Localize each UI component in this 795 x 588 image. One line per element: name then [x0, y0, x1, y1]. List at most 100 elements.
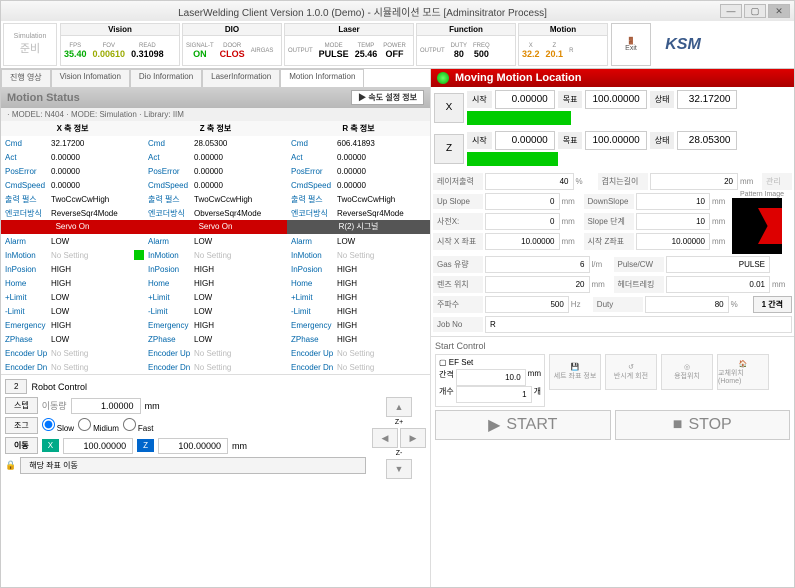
- arrow-left-button[interactable]: ◀: [372, 428, 398, 448]
- signal-table: AlarmLOW InMotionNo Setting InPosionHIGH…: [1, 234, 430, 374]
- left-tabs: 진행 영상 Vision Infomation Dio Information …: [1, 69, 430, 87]
- count-field[interactable]: 1: [456, 386, 532, 403]
- startz-field[interactable]: 10.00000: [636, 233, 711, 250]
- home-icon: 🏠: [739, 360, 748, 368]
- x-axis-button[interactable]: X: [42, 439, 59, 452]
- lenspos-field[interactable]: 20: [485, 276, 590, 293]
- moving-motion-bar: Moving Motion Location: [431, 69, 794, 87]
- function-section: Function OUTPUT DUTY80 FREQ500: [416, 23, 516, 66]
- move-button[interactable]: 이동: [5, 437, 38, 454]
- stop-button[interactable]: ■STOP: [615, 410, 791, 440]
- z-axis-button[interactable]: Z: [137, 439, 154, 452]
- upslope-field[interactable]: 0: [485, 193, 560, 210]
- ccw-rotate-button[interactable]: ↺반시계 회전: [605, 354, 657, 390]
- signal-value: ON: [193, 49, 207, 59]
- tab-dio-info[interactable]: Dio Information: [130, 69, 202, 87]
- vision-hdr: Vision: [61, 24, 179, 36]
- tab-laser-info[interactable]: LaserInformation: [202, 69, 280, 87]
- laser-section: Laser OUTPUT MODEPULSE TEMP25.46 POWEROF…: [284, 23, 414, 66]
- tab-vision-info[interactable]: Vision Infomation: [51, 69, 130, 87]
- tab-video[interactable]: 진행 영상: [1, 69, 51, 87]
- maximize-button[interactable]: ▢: [744, 4, 766, 18]
- step-value[interactable]: 1.00000: [71, 398, 141, 414]
- freq-field[interactable]: 500: [485, 296, 569, 313]
- jog-button[interactable]: 조그: [5, 417, 38, 434]
- speed-fast[interactable]: Fast: [123, 418, 154, 433]
- dio-section: DIO SIGNAL-TON DOORCLOS AIRGAS: [182, 23, 282, 66]
- x-start: 0.00000: [495, 90, 555, 109]
- fps-value: 35.40: [64, 49, 87, 59]
- startx-field[interactable]: 10.00000: [485, 233, 560, 250]
- save-icon: 💾: [571, 363, 580, 371]
- laser-output-field[interactable]: 40: [485, 173, 574, 190]
- gap-field[interactable]: 10.0: [456, 369, 526, 386]
- home-button[interactable]: 🏠교체위치 (Home): [717, 354, 769, 390]
- x-loc-label: X: [434, 93, 464, 123]
- speed-medium[interactable]: Midium: [78, 418, 119, 433]
- r-signal: R(2) 시그널: [287, 220, 430, 234]
- z-minus-label: Z-: [396, 450, 403, 457]
- jobno-field[interactable]: R: [485, 316, 792, 333]
- pattern-image: [732, 198, 782, 254]
- set-coord-info-button[interactable]: 💾세트 좌표 정보: [549, 354, 601, 390]
- efset-label: ▢ EF Set: [439, 358, 541, 367]
- speed-slow[interactable]: Slow: [42, 418, 74, 433]
- arrow-up-button[interactable]: ▲: [386, 397, 412, 417]
- exit-button[interactable]: 🚪 Exit: [611, 23, 651, 66]
- func-duty: 80: [454, 49, 464, 59]
- servo-on-x: Servo On: [1, 220, 144, 234]
- motion-x: 32.2: [522, 49, 540, 59]
- play-icon: ▶: [488, 415, 500, 435]
- robot-num: 2: [5, 379, 27, 394]
- duty-field[interactable]: 80: [645, 296, 729, 313]
- laser-temp: 25.46: [355, 49, 378, 59]
- weld-position-button[interactable]: ◎용접위치: [661, 354, 713, 390]
- interval-button[interactable]: 1 간격: [753, 296, 792, 313]
- close-button[interactable]: ✕: [768, 4, 790, 18]
- downslope-field[interactable]: 10: [636, 193, 711, 210]
- minimize-button[interactable]: —: [720, 4, 742, 18]
- start-control: Start Control ▢ EF Set 간격10.0mm 개수1개 💾세트…: [431, 336, 794, 444]
- door-value: CLOS: [220, 49, 245, 59]
- sim-label: Simulation: [14, 33, 47, 40]
- pattern-label: Pattern Image: [732, 191, 792, 198]
- htrack-field[interactable]: 0.01: [666, 276, 771, 293]
- x-axis-hdr: X 축 정보: [1, 121, 144, 136]
- overlap-field[interactable]: 20: [650, 173, 739, 190]
- start-button[interactable]: ▶START: [435, 410, 611, 440]
- slope-step-field[interactable]: 10: [636, 213, 711, 230]
- z-start: 0.00000: [495, 131, 555, 150]
- x-cmd: 32.17200: [51, 139, 144, 148]
- start-control-title: Start Control: [435, 341, 790, 351]
- top-toolbar: Simulation 준비 Vision FPS35.40 FOV0.00610…: [1, 21, 794, 69]
- tab-motion-info[interactable]: Motion Information: [280, 69, 364, 87]
- step-button[interactable]: 스텝: [5, 397, 38, 414]
- pulsecw-field[interactable]: PULSE: [666, 256, 771, 273]
- servo-on-z: Servo On: [144, 220, 287, 234]
- param-grid: 레이저출력40% 겹치는길이20mm 관리 Up Slope0mm DownSl…: [431, 169, 794, 336]
- coord-move-button[interactable]: 해당 좌표 이동: [20, 457, 366, 474]
- laser-mode: PULSE: [319, 49, 349, 59]
- rotate-icon: ↺: [628, 363, 634, 371]
- z-plus-label: Z+: [395, 419, 403, 426]
- prex-field[interactable]: 0: [485, 213, 560, 230]
- x-goal: 100.00000: [585, 90, 646, 109]
- arrow-down-button[interactable]: ▼: [386, 459, 412, 479]
- move-z-value[interactable]: 100.00000: [158, 438, 228, 454]
- x-state: 32.17200: [677, 90, 737, 109]
- gas-field[interactable]: 6: [485, 256, 590, 273]
- arrow-right-button[interactable]: ▶: [400, 428, 426, 448]
- vision-section: Vision FPS35.40 FOV0.00610 READ0.31098: [60, 23, 180, 66]
- r-cmd: 606.41893: [337, 139, 430, 148]
- manage-button[interactable]: 관리: [762, 173, 792, 190]
- speed-settings-button[interactable]: ▶ 속도 설정 정보: [351, 90, 424, 105]
- ready-label: 준비: [20, 40, 40, 56]
- move-x-value[interactable]: 100.00000: [63, 438, 133, 454]
- motion-status-title: Motion Status: [7, 92, 80, 104]
- window-title: LaserWelding Client Version 1.0.0 (Demo)…: [5, 4, 720, 19]
- axis-table: X 축 정보 Cmd32.17200 Act0.00000 PosError0.…: [1, 121, 430, 220]
- r-axis-hdr: R 축 정보: [287, 121, 430, 136]
- stop-icon: ■: [673, 416, 683, 434]
- target-icon: ◎: [684, 363, 690, 371]
- read-value: 0.31098: [131, 49, 164, 59]
